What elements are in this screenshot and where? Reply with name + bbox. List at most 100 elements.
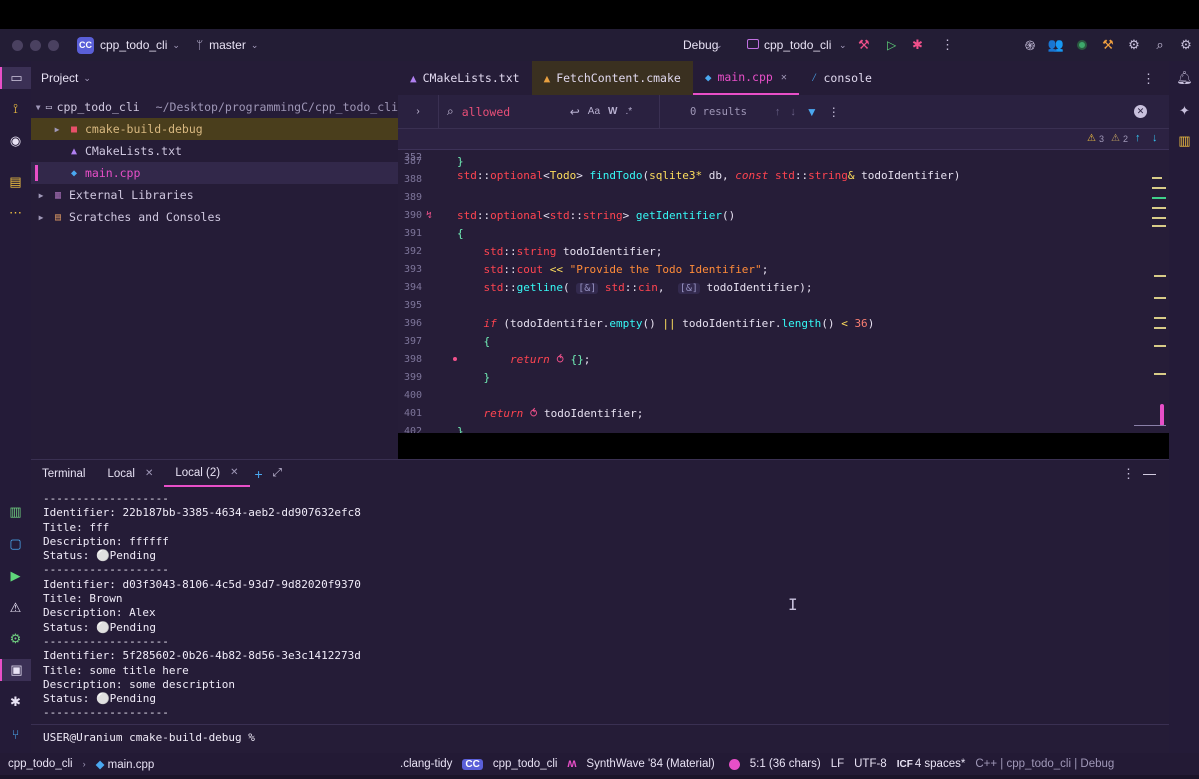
tree-root[interactable]: ▼ ▭ cpp_todo_cli ~/Desktop/programmingC/…	[31, 96, 398, 118]
tree-item-external-libraries[interactable]: ▶ ▥ External Libraries	[31, 184, 398, 206]
chevron-down-icon[interactable]: ▼	[35, 103, 41, 112]
weak-warning-icon[interactable]: ⚠	[1111, 133, 1120, 144]
line-number: 392	[403, 246, 422, 257]
git-icon[interactable]: ⑂	[0, 723, 31, 745]
target-selector[interactable]: cpp_todo_cli	[764, 38, 831, 52]
status-dot-icon[interactable]	[1069, 38, 1095, 53]
theme-widget[interactable]: SynthWave '84 (Material)	[586, 758, 714, 770]
terminal-line: -------------------	[43, 706, 169, 719]
project-badge[interactable]: CC	[462, 758, 483, 770]
whole-word-toggle[interactable]: W	[608, 106, 617, 117]
tree-item-cmake-build-debug[interactable]: ▶ ■ cmake-build-debug	[31, 118, 398, 140]
theme-icon: ʍ	[567, 758, 577, 770]
terminal-output[interactable]: ------------------- Identifier: 22b187bb…	[31, 487, 1169, 753]
plugins-icon[interactable]: ⚙	[1121, 37, 1147, 53]
tab-label: FetchContent.cmake	[556, 71, 681, 85]
chevron-right-icon[interactable]: ▶	[35, 191, 47, 200]
regex-toggle[interactable]: .*	[625, 106, 632, 117]
debug-icon[interactable]: ✱	[0, 691, 31, 713]
breadcrumb-file[interactable]: ◆ main.cpp	[96, 757, 155, 771]
ai-assistant-icon[interactable]: ֍	[1017, 36, 1043, 54]
close-icon[interactable]: ✕	[781, 72, 787, 83]
clang-tidy-widget[interactable]: .clang-tidy	[400, 758, 452, 770]
tab-fetchcontent[interactable]: ▲ FetchContent.cmake	[531, 61, 693, 95]
github-icon[interactable]: ◉	[0, 130, 31, 152]
close-find-icon[interactable]: ✕	[1134, 105, 1147, 118]
run-tool-icon[interactable]: ▶	[0, 565, 31, 587]
tree-item-scratches[interactable]: ▶ ▤ Scratches and Consoles	[31, 206, 398, 228]
tools-icon[interactable]: ⚒	[1095, 37, 1121, 53]
warning-count: 3	[1099, 134, 1105, 144]
indent-setting[interactable]: 4 spaces*	[915, 758, 966, 770]
next-highlight-icon[interactable]: ↓	[1152, 132, 1158, 144]
close-icon[interactable]: ✕	[145, 468, 153, 479]
project-badge[interactable]: CC	[77, 36, 94, 54]
tab-label: Local (2)	[175, 466, 221, 479]
next-occurrence-icon[interactable]: ↓	[790, 106, 796, 118]
tab-local-2[interactable]: Local (2) ✕	[164, 460, 250, 487]
new-tab-plus-icon[interactable]: +	[250, 460, 268, 487]
line-ending[interactable]: LF	[831, 758, 844, 770]
close-icon[interactable]: ✕	[230, 467, 238, 478]
warning-icon[interactable]: ⚠	[1087, 133, 1096, 144]
ai-chat-icon[interactable]: ✦	[1169, 100, 1199, 122]
expand-icon[interactable]: ⤢	[268, 460, 287, 487]
previous-occurrence-icon[interactable]: ↑	[775, 106, 781, 118]
more-vertical-icon[interactable]: ⋮	[941, 37, 954, 53]
database-icon[interactable]: ▥	[0, 501, 31, 523]
problems-icon[interactable]: ⚠	[0, 597, 31, 619]
tab-local[interactable]: Local ✕	[96, 460, 164, 487]
structure-icon[interactable]: ▤	[0, 171, 31, 193]
prev-highlight-icon[interactable]: ↑	[1135, 132, 1141, 144]
more-vertical-icon[interactable]: ⋮	[1122, 466, 1135, 482]
terminal-icon[interactable]: ▣	[0, 659, 31, 681]
project-panel-header[interactable]: Project ⌄	[31, 61, 398, 95]
terminal-prompt[interactable]: USER@Uranium cmake-build-debug %	[43, 731, 255, 745]
settings-gear-icon[interactable]: ⚙	[1173, 37, 1199, 53]
close-window-button[interactable]	[12, 39, 23, 51]
database-icon[interactable]: ▥	[1169, 130, 1199, 152]
chevron-right-icon[interactable]: ▶	[51, 125, 63, 134]
tab-main-cpp[interactable]: ◆ main.cpp ✕	[692, 61, 799, 95]
breadcrumb-project[interactable]: cpp_todo_cli	[8, 758, 73, 770]
messages-icon[interactable]: ▢	[0, 533, 31, 555]
language-context[interactable]: C++ | cpp_todo_cli | Debug	[975, 758, 1114, 770]
chevron-right-icon[interactable]: ▶	[35, 213, 47, 222]
more-tools-icon[interactable]: ⋯	[0, 202, 31, 224]
match-case-toggle[interactable]: Aa	[588, 106, 600, 117]
project-context-widget[interactable]: cpp_todo_cli	[493, 758, 558, 770]
find-query[interactable]: allowed	[462, 105, 562, 119]
project-view-icon[interactable]: ▭	[0, 67, 31, 89]
project-name[interactable]: cpp_todo_cli	[100, 38, 167, 52]
expand-replace-icon[interactable]: ›	[398, 106, 438, 117]
tree-item-main-cpp[interactable]: ◆ main.cpp	[31, 162, 398, 184]
tabs-more-icon[interactable]: ⋮	[1142, 71, 1155, 87]
debug-bug-icon[interactable]: ✱	[912, 37, 923, 53]
find-input[interactable]: ⌕ allowed ↩ Aa W .*	[439, 95, 659, 129]
code-with-me-icon[interactable]: 👥	[1043, 37, 1069, 53]
window-controls[interactable]	[12, 39, 59, 51]
caret-position[interactable]: 5:1 (36 chars)	[750, 758, 821, 770]
run-icon[interactable]: ▷	[887, 38, 896, 52]
code-editor[interactable]: 352 std::optional<Todo> findTodo(sqlite3…	[398, 129, 1169, 433]
newline-icon[interactable]: ↩	[570, 105, 580, 119]
selection-indicator	[35, 165, 38, 181]
recursion-icon[interactable]: ↯	[426, 207, 432, 225]
tab-console[interactable]: ⁄ console	[799, 61, 884, 95]
tree-item-cmakelists[interactable]: ▲ CMakeLists.txt	[31, 140, 398, 162]
notifications-icon[interactable]: 🔔︎	[1169, 67, 1199, 89]
more-vertical-icon[interactable]: ⋮	[828, 105, 840, 119]
sticky-scroll-header[interactable]: 352 std::optional<Todo> findTodo(sqlite3…	[398, 129, 1169, 182]
minimize-panel-icon[interactable]: —	[1143, 466, 1156, 481]
commit-icon[interactable]: ⟟	[0, 98, 31, 120]
encoding[interactable]: UTF-8	[854, 758, 887, 770]
filter-icon[interactable]: ▼	[806, 105, 818, 119]
search-icon[interactable]: ⌕	[1147, 37, 1173, 53]
branch-name[interactable]: master	[209, 38, 246, 52]
build-hammer-icon[interactable]: ⚒	[858, 37, 870, 53]
services-icon[interactable]: ⚙	[0, 628, 31, 650]
tab-cmakelists[interactable]: ▲ CMakeLists.txt	[398, 61, 532, 95]
zoom-window-button[interactable]	[48, 39, 59, 51]
minimize-window-button[interactable]	[30, 39, 41, 51]
run-config-selector[interactable]: Debug	[683, 38, 718, 52]
